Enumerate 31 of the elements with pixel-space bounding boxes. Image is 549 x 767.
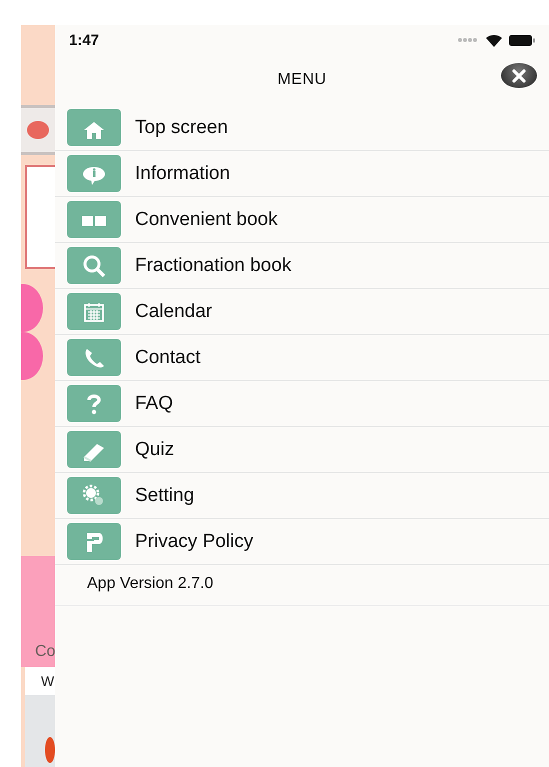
menu-item[interactable]: Setting xyxy=(55,473,549,519)
menu-item[interactable]: FAQ xyxy=(55,381,549,427)
signal-dots-icon xyxy=(457,37,479,43)
menu-item[interactable]: Privacy Policy xyxy=(55,519,549,565)
menu-item[interactable]: Contact xyxy=(55,335,549,381)
close-icon xyxy=(512,68,526,82)
gears-icon xyxy=(67,477,121,514)
calendar-icon xyxy=(67,293,121,330)
open-book-icon xyxy=(67,201,121,238)
wifi-icon xyxy=(485,34,503,46)
menu-title: MENU xyxy=(277,71,327,89)
info-bubble-icon xyxy=(67,155,121,192)
menu-item[interactable]: Information xyxy=(55,151,549,197)
menu-item[interactable]: Calendar xyxy=(55,289,549,335)
app-version: App Version 2.7.0 xyxy=(55,565,549,606)
home-icon xyxy=(67,109,121,146)
search-icon xyxy=(67,247,121,284)
menu-item[interactable]: Top screen xyxy=(55,105,549,151)
battery-icon xyxy=(509,34,535,46)
close-button[interactable] xyxy=(501,63,537,88)
question-mark-icon xyxy=(67,385,121,422)
menu-item[interactable]: Convenient book xyxy=(55,197,549,243)
info-badge-icon xyxy=(27,121,49,139)
menu-item[interactable]: Quiz xyxy=(55,427,549,473)
copyright-text: Co xyxy=(34,643,55,661)
eraser-icon xyxy=(67,431,121,468)
weekday-label: W xyxy=(40,673,54,689)
status-time: 1:47 xyxy=(69,32,100,48)
phone-icon xyxy=(67,339,121,376)
menu-item[interactable]: Fractionation book xyxy=(55,243,549,289)
letter-p-icon xyxy=(67,523,121,560)
